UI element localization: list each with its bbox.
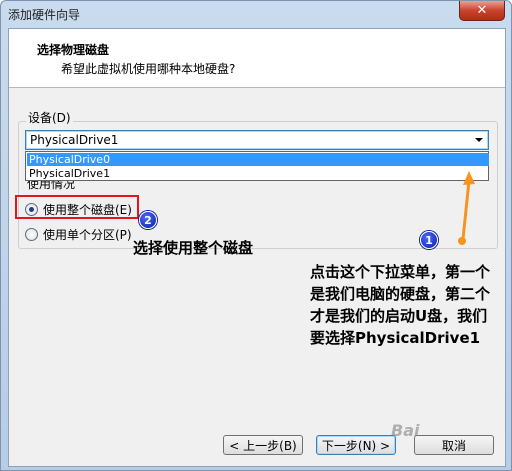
page-title: 选择物理磁盘 [37,43,110,57]
watermark: Bai [391,421,420,440]
back-button[interactable]: < 上一步(B) [223,435,303,455]
radio-checked-icon[interactable] [25,203,38,216]
close-icon: ✕ [476,3,488,18]
radio-use-single-partition[interactable]: 使用单个分区(P) [25,226,132,243]
device-label: 设备(D) [26,109,73,126]
dialog-window: 添加硬件向导 ✕ 选择物理磁盘 希望此虚拟机使用哪种本地硬盘? 设备(D) Ph… [0,0,512,471]
title-bar: 添加硬件向导 ✕ [1,1,511,27]
step-badge-1: 1 [420,231,438,249]
wizard-header: 选择物理磁盘 希望此虚拟机使用哪种本地硬盘? [9,29,505,88]
radio-label-single-partition: 使用单个分区(P) [43,228,132,242]
chevron-down-icon[interactable] [475,138,483,142]
annotation-note-long: 点击这个下拉菜单，第一个是我们电脑的硬盘，第二个才是我们的启动U盘，我们要选择P… [310,263,491,347]
next-button[interactable]: 下一步(N) > [316,435,396,455]
radio-label-whole-disk: 使用整个磁盘(E) [43,203,132,217]
radio-use-whole-disk[interactable]: 使用整个磁盘(E) [25,201,132,218]
window-title: 添加硬件向导 [8,8,81,22]
annotation-note-short: 选择使用整个磁盘 [133,239,254,257]
device-dropdown[interactable]: PhysicalDrive1 [25,130,489,150]
dropdown-option-drive1[interactable]: PhysicalDrive1 [27,167,489,180]
device-selected-value: PhysicalDrive1 [30,133,119,147]
page-subtitle: 希望此虚拟机使用哪种本地硬盘? [61,62,236,76]
arrow-up-icon [458,171,475,245]
close-button[interactable]: ✕ [459,1,505,21]
radio-unchecked-icon[interactable] [25,228,38,241]
device-dropdown-list: PhysicalDrive0 PhysicalDrive1 [25,151,489,181]
step-badge-2: 2 [139,211,157,229]
wizard-content: 选择物理磁盘 希望此虚拟机使用哪种本地硬盘? 设备(D) PhysicalDri… [8,28,506,467]
dropdown-option-drive0[interactable]: PhysicalDrive0 [27,153,489,166]
cancel-button[interactable]: 取消 [414,435,494,455]
